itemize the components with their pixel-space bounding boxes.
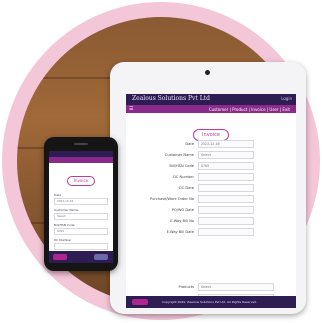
nav-links[interactable]: Customer | Product | Invoice | User | Ex… [209,107,290,112]
form-row: DC Number [132,171,292,182]
date-input[interactable]: 2022-12-16 [198,139,254,148]
form-row: Bill/HSN Code 0765 [132,160,292,171]
footer-logo [132,299,148,305]
login-link[interactable]: Login [281,96,292,101]
po-date-input[interactable] [198,205,254,214]
menu-icon[interactable]: ☰ [129,106,133,112]
form-row: Date 2022-12-16 [132,138,292,149]
field-label: Customer Name [164,152,194,157]
field-label: DC Date [178,185,194,190]
tablet-camera [205,70,210,75]
phone-speaker [74,143,88,145]
field-label: Products [178,284,194,289]
phone-screen: Invoice Date 2022-12-16 Customer Name Se… [49,151,113,263]
phone-device: Invoice Date 2022-12-16 Customer Name Se… [44,137,118,271]
dc-number-input[interactable] [54,243,108,250]
form-row: Purchase/Work Order No [132,193,292,204]
field-label: Purchase/Work Order No [149,196,194,201]
invoice-form: Date 2022-12-16 Customer Name Select Bil… [49,186,113,254]
hsn-input[interactable]: 0765 [54,228,108,235]
brand-name: Zealous Solutions Pvt Ltd [132,95,210,102]
app-footer: Copyright 2020, Zealous Solutions Pvt Lt… [126,296,296,308]
customer-select[interactable]: Select [54,213,108,220]
field-label: PO/WO Date [171,207,194,212]
copyright-text: Copyright 2020, Zealous Solutions Pvt Lt… [162,300,258,304]
field-label: DC Number [173,174,194,179]
nav-bar [49,157,113,163]
nav-bar: ☰ Customer | Product | Invoice | User | … [126,105,296,113]
customer-select[interactable]: Select [198,150,254,159]
app-header: Zealous Solutions Pvt Ltd Login [126,94,296,105]
product-mockup: Zealous Solutions Pvt Ltd Login ☰ Custom… [0,0,322,323]
products-select[interactable]: Select [198,282,274,291]
form-row: Customer Name Select [132,149,292,160]
field-label: Date [54,193,62,197]
form-row: PO/WO Date [132,204,292,215]
field-label: Customer Name [54,208,79,212]
footer-logo [53,254,67,260]
invoice-button[interactable]: Invoice [66,175,96,186]
footer-logo-secondary [94,254,108,260]
form-row: E-Way Bill Date [132,226,292,237]
form-row: E-Way Bill No [132,215,292,226]
field-label: Bill/HSN Code [169,163,194,168]
form-row: Products Select [132,281,292,292]
tablet-screen: Zealous Solutions Pvt Ltd Login ☰ Custom… [126,94,296,308]
eway-date-input[interactable] [198,227,254,236]
date-input[interactable]: 2022-12-16 [54,198,108,205]
invoice-form: Date 2022-12-16 Customer Name Select Bil… [132,138,292,237]
field-label: E-Way Bill No [170,218,194,223]
dc-date-input[interactable] [198,183,254,192]
app-footer [49,251,113,263]
field-label: DC Number [54,238,72,242]
field-label: Bill/HSN Code [54,223,75,227]
tablet-device: Zealous Solutions Pvt Ltd Login ☰ Custom… [110,62,306,314]
po-number-input[interactable] [198,194,254,203]
field-label: Date [185,141,194,146]
form-row: DC Date [132,182,292,193]
field-label: E-Way Bill Date [166,229,194,234]
hsn-input[interactable]: 0765 [198,161,254,170]
eway-bill-input[interactable] [198,216,254,225]
dc-number-input[interactable] [198,172,254,181]
